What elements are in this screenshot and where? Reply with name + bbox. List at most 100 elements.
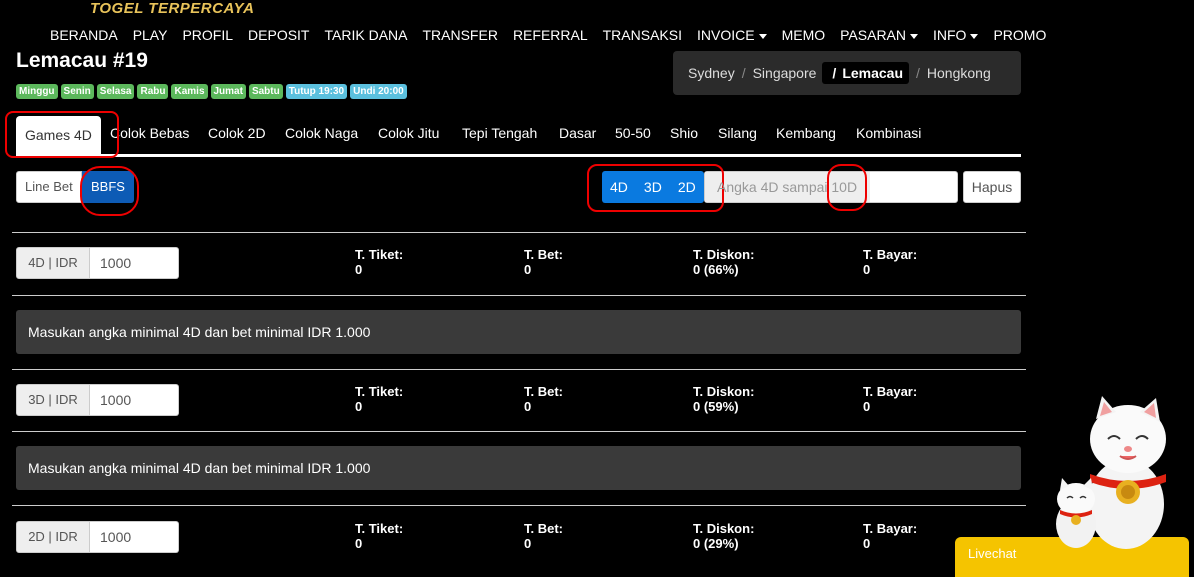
tab-colok-naga[interactable]: Colok Naga (285, 125, 358, 141)
day-badge: Selasa (96, 84, 135, 99)
caret-down-icon (970, 33, 979, 39)
digit-selector: 4D 3D 2D (602, 171, 704, 203)
section-divider (12, 431, 1026, 432)
bet-4d-input[interactable]: 1000 (90, 247, 179, 279)
tab-games-4d[interactable]: Games 4D (16, 116, 101, 154)
stat-value: 0 (355, 399, 363, 414)
stat-value: 0 (524, 399, 532, 414)
total-tiket-2d: T. Tiket: 0 (355, 521, 403, 551)
caret-down-icon (910, 33, 918, 39)
stat-label: T. Diskon: (693, 247, 755, 262)
total-bayar-2d: T. Bayar: 0 (863, 521, 917, 551)
angka-placeholder: Angka 4D sampai 10D (717, 179, 858, 195)
nav-profil[interactable]: PROFIL (182, 27, 233, 43)
bet-3d-group: 3D | IDR 1000 (16, 384, 179, 416)
tab-colok-jitu[interactable]: Colok Jitu (378, 125, 439, 141)
nav-label: TARIK DANA (324, 27, 408, 43)
stat-label: T. Bet: (524, 247, 563, 262)
nav-deposit[interactable]: DEPOSIT (248, 27, 309, 43)
bet-3d-input[interactable]: 1000 (90, 384, 179, 416)
stat-label: T. Diskon: (693, 384, 755, 399)
total-bet-2d: T. Bet: 0 (524, 521, 563, 551)
nav-label: PLAY (132, 27, 168, 43)
nav-label: MEMO (781, 27, 826, 43)
page-title: Lemacau #19 (16, 49, 148, 72)
total-diskon-3d: T. Diskon: 0 (59%) (693, 384, 754, 414)
line-bet-button[interactable]: Line Bet (16, 171, 82, 203)
breadcrumb-separator: / (741, 65, 746, 81)
stat-label: T. Tiket: (355, 521, 404, 536)
bet-2d-label: 2D | IDR (16, 521, 90, 553)
info-message-3d: Masukan angka minimal 4D dan bet minimal… (16, 446, 1021, 490)
nav-label: INVOICE (696, 27, 755, 43)
nav-invoice[interactable]: INVOICE (697, 27, 767, 43)
day-badge: Jumat (210, 84, 246, 99)
main-nav: BERANDA PLAY PROFIL DEPOSIT TARIK DANA T… (50, 27, 1061, 43)
digit-2d-button[interactable]: 2D (670, 171, 704, 203)
nav-label: BERANDA (50, 27, 118, 43)
stat-label: T. Bayar: (863, 247, 918, 262)
tab-dasar[interactable]: Dasar (559, 125, 596, 141)
stat-label: T. Bayar: (863, 521, 918, 536)
market-breadcrumb: Sydney / Singapore / Lemacau / Hongkong (673, 51, 1021, 95)
bet-2d-group: 2D | IDR 1000 (16, 521, 179, 553)
digit-4d-button[interactable]: 4D (602, 171, 636, 203)
nav-pasaran[interactable]: PASARAN (840, 27, 918, 43)
tab-kembang[interactable]: Kembang (776, 125, 836, 141)
caret-down-icon (758, 33, 767, 39)
digit-3d-button[interactable]: 3D (636, 171, 670, 203)
stat-value: 0 (524, 262, 532, 277)
day-badge: Sabtu (248, 84, 283, 99)
breadcrumb-hongkong[interactable]: Hongkong (927, 65, 991, 81)
schedule-badges: Minggu Senin Selasa Rabu Kamis Jumat Sab… (16, 84, 407, 99)
tab-colok-2d[interactable]: Colok 2D (208, 125, 266, 141)
stat-value: 0 (29%) (693, 536, 739, 551)
stat-label: T. Bet: (524, 384, 563, 399)
stat-label: T. Tiket: (355, 384, 404, 399)
tab-shio[interactable]: Shio (670, 125, 698, 141)
day-badge: Minggu (16, 84, 58, 99)
tab-tepi-tengah[interactable]: Tepi Tengah (462, 125, 537, 141)
nav-label: TRANSAKSI (602, 27, 682, 43)
stat-value: 0 (355, 536, 363, 551)
breadcrumb-singapore[interactable]: Singapore (753, 65, 817, 81)
total-diskon-2d: T. Diskon: 0 (29%) (693, 521, 754, 551)
bbfs-button[interactable]: BBFS (82, 171, 134, 203)
bet-4d-group: 4D | IDR 1000 (16, 247, 179, 279)
nav-label: PROMO (993, 27, 1047, 43)
nav-label: TRANSFER (422, 27, 498, 43)
nav-label: PASARAN (840, 27, 906, 43)
tab-colok-bebas[interactable]: Colok Bebas (110, 125, 189, 141)
nav-transfer[interactable]: TRANSFER (422, 27, 497, 43)
bet-2d-input[interactable]: 1000 (90, 521, 179, 553)
tab-kombinasi[interactable]: Kombinasi (856, 125, 921, 141)
bet-4d-label: 4D | IDR (16, 247, 90, 279)
total-bayar-3d: T. Bayar: 0 (863, 384, 917, 414)
tab-silang[interactable]: Silang (718, 125, 757, 141)
game-tabs: Games 4D Colok Bebas Colok 2D Colok Naga… (16, 116, 1021, 157)
nav-info[interactable]: INFO (933, 27, 979, 43)
nav-beranda[interactable]: BERANDA (50, 27, 118, 43)
nav-tarik-dana[interactable]: TARIK DANA (325, 27, 408, 43)
section-divider (12, 505, 1026, 506)
tab-50-50[interactable]: 50-50 (615, 125, 651, 141)
total-tiket-4d: T. Tiket: 0 (355, 247, 403, 277)
nav-referral[interactable]: REFERRAL (513, 27, 588, 43)
breadcrumb-active: / Lemacau (822, 62, 910, 84)
site-logo[interactable]: TOGEL TERPERCAYA (90, 0, 254, 17)
stat-label: T. Tiket: (355, 247, 404, 262)
nav-transaksi[interactable]: TRANSAKSI (603, 27, 682, 43)
breadcrumb-sydney[interactable]: Sydney (688, 65, 735, 81)
bet-3d-label: 3D | IDR (16, 384, 90, 416)
nav-label: PROFIL (182, 27, 234, 43)
section-divider (12, 295, 1026, 296)
breadcrumb-separator: / (832, 65, 837, 81)
nav-promo[interactable]: PROMO (993, 27, 1046, 43)
day-badge: Senin (60, 84, 94, 99)
bet-mode-group: Line Bet BBFS (16, 171, 134, 203)
hapus-button[interactable]: Hapus (963, 171, 1021, 203)
nav-play[interactable]: PLAY (133, 27, 168, 43)
nav-memo[interactable]: MEMO (782, 27, 826, 43)
breadcrumb-separator: / (916, 65, 920, 81)
angka-input[interactable]: Angka 4D sampai 10D (704, 171, 958, 203)
